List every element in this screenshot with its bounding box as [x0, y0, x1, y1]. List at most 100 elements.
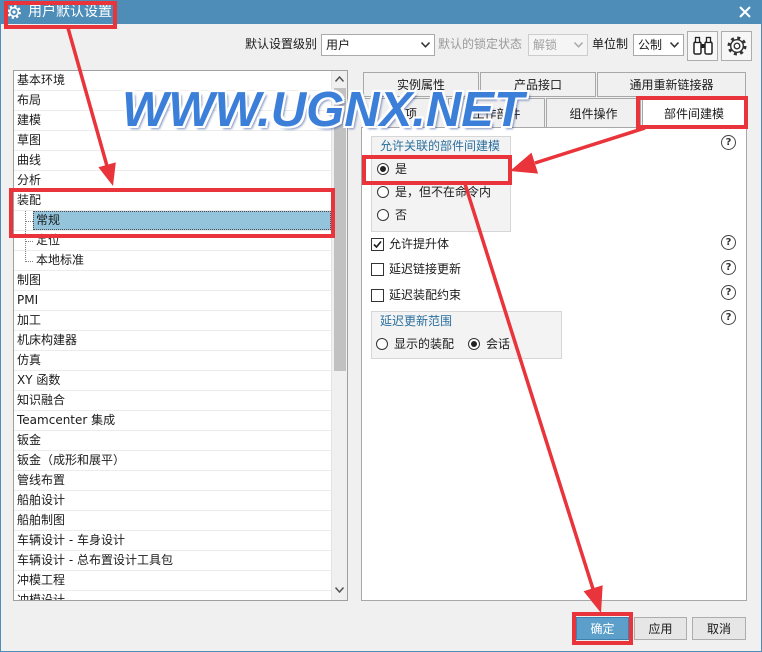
- units-label: 单位制: [592, 37, 629, 51]
- tree-item-label: 制图: [17, 273, 42, 287]
- radio-label: 是，但不在命令内: [395, 185, 492, 199]
- level-value: 用户: [326, 38, 351, 52]
- apply-button-label: 应用: [648, 622, 673, 636]
- settings-button[interactable]: [721, 31, 752, 61]
- tree-item-label: 冲模工程: [17, 573, 66, 587]
- delay-link-update-checkbox[interactable]: [371, 263, 384, 276]
- tab-label: 通用重新链接器: [629, 78, 714, 92]
- tree-item-pmi[interactable]: PMI: [14, 291, 331, 311]
- tree-item-drafting[interactable]: 制图: [14, 271, 331, 291]
- tree-scrollbar[interactable]: [331, 71, 347, 600]
- group-title: 延迟更新范围: [380, 314, 453, 328]
- tree-item-knowledge-fusion[interactable]: 知识融合: [14, 391, 331, 411]
- delay-assembly-constraints-checkbox[interactable]: [371, 289, 384, 302]
- tree-item-vehicle-packaging-toolkit[interactable]: 车辆设计 - 总布置设计工具包: [14, 551, 331, 571]
- tree-item-ship-drafting[interactable]: 船舶制图: [14, 511, 331, 531]
- tree-item-label: PMI: [17, 293, 39, 307]
- chevron-down-icon: [670, 42, 679, 48]
- group-title: 允许关联的部件间建模: [380, 139, 501, 153]
- tree-item-label: Teamcenter 集成: [17, 413, 116, 427]
- allow-promote-body-checkbox[interactable]: [371, 238, 384, 251]
- annotation-box-ok: [572, 612, 633, 645]
- tree-item-label: 船舶设计: [17, 493, 66, 507]
- tree-item-label: 曲线: [17, 153, 42, 167]
- tree-item-label: 本地标准: [36, 253, 85, 267]
- tree-connector: [25, 241, 33, 242]
- checkbox-label: 延迟装配约束: [389, 288, 462, 302]
- tree-item-label: 车辆设计 - 总布置设计工具包: [17, 553, 173, 567]
- tab-universal-relinker[interactable]: 通用重新链接器: [597, 72, 746, 97]
- cancel-button[interactable]: 取消: [692, 617, 746, 640]
- checkmark-icon: [373, 240, 382, 249]
- level-dropdown[interactable]: 用户: [321, 34, 435, 56]
- close-icon[interactable]: [737, 4, 753, 20]
- tree-item-label: 建模: [17, 113, 42, 127]
- tree-item-label: 基本环境: [17, 73, 66, 87]
- annotation-box-tab: [636, 96, 748, 129]
- category-tree[interactable]: 基本环境 布局 建模 草图 曲线 分析 装配 常规 定位 本地标准 制图 PMI…: [13, 70, 348, 601]
- tree-item-label: 草图: [17, 133, 42, 147]
- tree-item-label: 加工: [17, 313, 42, 327]
- checkbox-label: 延迟链接更新: [389, 262, 462, 276]
- help-icon[interactable]: ?: [721, 135, 736, 150]
- units-dropdown[interactable]: 公制: [633, 34, 684, 56]
- radio-label: 会话: [486, 337, 511, 351]
- tab-component-operations[interactable]: 组件操作: [546, 98, 641, 128]
- tree-item-label: 仿真: [17, 353, 42, 367]
- tree-item-machine-tool-builder[interactable]: 机床构建器: [14, 331, 331, 351]
- level-label: 默认设置级别: [245, 37, 318, 51]
- radio-yes-not-in-command[interactable]: [377, 186, 389, 198]
- help-icon[interactable]: ?: [721, 260, 736, 275]
- help-icon[interactable]: ?: [721, 285, 736, 300]
- watermark: WWW.UGNX.NET: [122, 83, 524, 137]
- tree-item-label: 冲模设计: [17, 593, 66, 601]
- gear-icon: [727, 36, 746, 56]
- tree-item-label: 船舶制图: [17, 513, 66, 527]
- checkbox-label: 允许提升体: [389, 237, 450, 251]
- tab-label: 组件操作: [569, 106, 618, 121]
- tree-item-die-engineering[interactable]: 冲模工程: [14, 571, 331, 591]
- radio-displayed-assembly[interactable]: [376, 338, 388, 350]
- tree-rows: 基本环境 布局 建模 草图 曲线 分析 装配 常规 定位 本地标准 制图 PMI…: [14, 71, 331, 601]
- lock-state-dropdown[interactable]: 解锁: [528, 34, 588, 56]
- annotation-box-title: [4, 1, 117, 29]
- apply-button[interactable]: 应用: [634, 617, 687, 640]
- chevron-down-icon: [574, 42, 583, 48]
- units-value: 公制: [638, 38, 663, 52]
- tree-item-label: 钣金: [17, 433, 42, 447]
- lock-state-value: 解锁: [533, 38, 558, 52]
- tree-item-sheet-metal-flat[interactable]: 钣金（成形和展平）: [14, 451, 331, 471]
- find-button[interactable]: [687, 31, 718, 61]
- tree-item-label: XY 函数: [17, 373, 61, 387]
- tree-item-label: 钣金（成形和展平）: [17, 453, 126, 467]
- help-icon[interactable]: ?: [721, 310, 736, 325]
- radio-no[interactable]: [377, 209, 389, 221]
- binoculars-icon: [692, 36, 713, 55]
- annotation-box-tree: [9, 188, 335, 238]
- tree-connector: [25, 261, 33, 262]
- tree-item-sheet-metal[interactable]: 钣金: [14, 431, 331, 451]
- tree-item-teamcenter-integration[interactable]: Teamcenter 集成: [14, 411, 331, 431]
- tree-item-local-standards[interactable]: 本地标准: [14, 251, 331, 271]
- tree-item-label: 知识融合: [17, 393, 66, 407]
- annotation-box-radio: [362, 155, 512, 185]
- radio-label: 显示的装配: [394, 337, 455, 351]
- tree-item-label: 管线布置: [17, 473, 66, 487]
- scroll-up-icon[interactable]: [335, 76, 344, 82]
- tree-item-manufacturing[interactable]: 加工: [14, 311, 331, 331]
- tree-item-label: 机床构建器: [17, 333, 78, 347]
- tree-item-simulation[interactable]: 仿真: [14, 351, 331, 371]
- tree-item-ship-design[interactable]: 船舶设计: [14, 491, 331, 511]
- tree-item-xy-functions[interactable]: XY 函数: [14, 371, 331, 391]
- help-icon[interactable]: ?: [721, 235, 736, 250]
- tree-item-curve[interactable]: 曲线: [14, 151, 331, 171]
- radio-label: 否: [395, 208, 408, 222]
- scroll-down-icon[interactable]: [335, 587, 344, 593]
- tree-item-vehicle-body-design[interactable]: 车辆设计 - 车身设计: [14, 531, 331, 551]
- tree-item-label: 车辆设计 - 车身设计: [17, 533, 125, 547]
- tree-item-die-design[interactable]: 冲模设计: [14, 591, 331, 601]
- tree-item-routing[interactable]: 管线布置: [14, 471, 331, 491]
- radio-session[interactable]: [468, 338, 480, 350]
- cancel-button-label: 取消: [706, 622, 731, 636]
- tree-item-label: 布局: [17, 93, 42, 107]
